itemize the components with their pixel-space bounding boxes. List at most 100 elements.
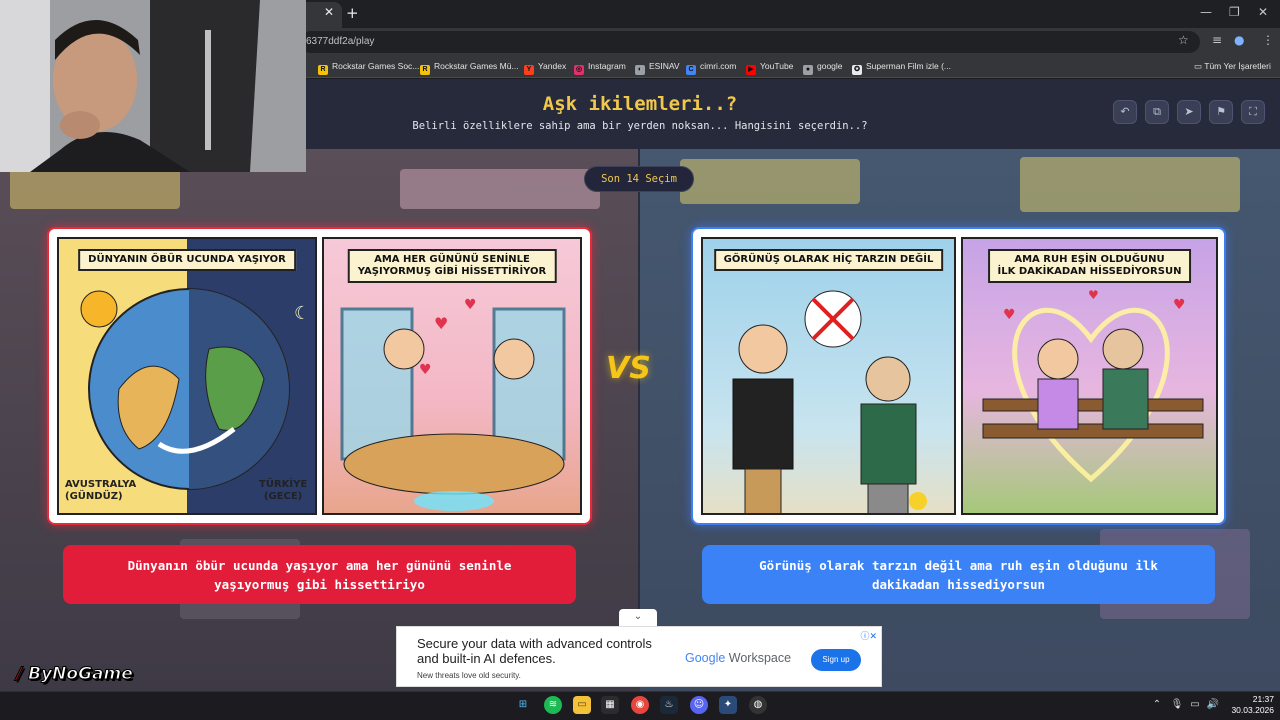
fullscreen-button[interactable]: ⛶ xyxy=(1241,100,1265,124)
bookmark-label: Instagram xyxy=(588,61,626,71)
bookmark-favicon-icon: Y xyxy=(524,65,534,75)
svg-text:♥: ♥ xyxy=(1088,288,1099,302)
share-button[interactable]: ⧉ xyxy=(1145,100,1169,124)
right-panel-1-caption: GÖRÜNÜŞ OLARAK HİÇ TARZIN DEĞİL xyxy=(713,249,944,271)
svg-text:☾: ☾ xyxy=(294,303,310,324)
ad-brand: Google Workspace xyxy=(685,651,791,665)
svg-text:♥: ♥ xyxy=(434,314,448,333)
left-choice-card[interactable]: ☾ DÜNYANIN ÖBÜR UCUNDA YAŞIYOR AVUSTRALY… xyxy=(47,227,592,525)
bookmark-item[interactable]: Ccimri.com xyxy=(686,61,736,75)
url-text[interactable]: 6377ddf2a/play xyxy=(306,36,374,47)
clock-time: 21:37 xyxy=(1252,694,1274,704)
streamer-webcam-feed xyxy=(0,0,306,172)
bookmark-label: Rockstar Games Soc... xyxy=(332,61,420,71)
tray-chevron-icon[interactable]: ⌃ xyxy=(1148,696,1166,714)
active-tab[interactable] xyxy=(300,2,342,28)
undo-button[interactable]: ↶ xyxy=(1113,100,1137,124)
logo-text: ByNoGame xyxy=(28,664,134,685)
profile-avatar-icon[interactable]: ● xyxy=(1234,33,1244,47)
ad-banner[interactable]: Secure your data with advanced controls … xyxy=(396,626,882,687)
ad-headline: Secure your data with advanced controls … xyxy=(417,636,652,666)
folder-icon: ▭ xyxy=(1194,61,1205,71)
bookmark-label: Rockstar Games Mü... xyxy=(434,61,519,71)
ad-collapse-toggle[interactable]: ⌄ xyxy=(619,609,657,626)
steam-icon[interactable]: ♨ xyxy=(660,696,678,714)
bookmark-item[interactable]: R Rockstar Games Mü... xyxy=(420,61,519,75)
svg-text:♥: ♥ xyxy=(419,362,432,378)
ad-signup-button[interactable]: Sign up xyxy=(811,649,861,671)
restore-icon[interactable]: ❐ xyxy=(1229,5,1240,19)
turkey-label: TÜRKİYE (GECE) xyxy=(259,479,308,502)
recent-choices-badge[interactable]: Son 14 Seçim xyxy=(584,166,694,192)
bookmark-item[interactable]: ◐ ESINAV xyxy=(635,61,680,75)
ad-info-close-icon[interactable]: ⓘ✕ xyxy=(860,629,877,642)
left-panel-2-caption: AMA HER GÜNÜNÜ SENİNLE YAŞIYORMUŞ GİBİ H… xyxy=(347,249,557,283)
bookmark-star-icon[interactable]: ☆ xyxy=(1178,33,1189,47)
bookmark-item[interactable]: ✪ Superman Film izle (... xyxy=(852,61,951,75)
file-explorer-icon[interactable]: ▭ xyxy=(573,696,591,714)
google-wordmark: Google xyxy=(685,651,726,665)
bookmark-label: ESINAV xyxy=(649,61,680,71)
battlenet-icon[interactable]: ✦ xyxy=(719,696,737,714)
bookmark-label: YouTube xyxy=(760,61,794,71)
right-panel-1: GÖRÜNÜŞ OLARAK HİÇ TARZIN DEĞİL xyxy=(701,237,956,515)
report-flag-button[interactable]: ⚑ xyxy=(1209,100,1233,124)
windows-start-icon[interactable]: ⊞ xyxy=(514,696,532,714)
bookmark-item[interactable]: ▶ YouTube xyxy=(746,61,793,75)
screen: ✕ + — ❐ ✕ 6377ddf2a/play ☆ ≡ ● ⋮ ▭ Tüm Y… xyxy=(0,0,1280,720)
network-icon[interactable]: ▭ xyxy=(1186,696,1204,714)
logo-slash: / xyxy=(15,664,23,685)
close-tab-icon[interactable]: ✕ xyxy=(324,5,334,19)
bookmark-item[interactable]: ◎ Instagram xyxy=(574,61,626,75)
menu-kebab-icon[interactable]: ⋮ xyxy=(1262,33,1274,47)
bookmark-label: Yandex xyxy=(538,61,567,71)
right-answer-button[interactable]: Görünüş olarak tarzın değil ama ruh eşin… xyxy=(702,545,1215,604)
obs-icon[interactable]: ◍ xyxy=(749,696,767,714)
chrome-icon[interactable]: ◉ xyxy=(631,696,649,714)
bookmark-favicon-icon: ◐ xyxy=(635,65,645,75)
right-panel-2: ♥ ♥ ♥ AMA RUH EŞİN OLDUĞUNU İLK DAKİKADA… xyxy=(961,237,1218,515)
right-answer-text: Görünüş olarak tarzın değil ama ruh eşin… xyxy=(759,557,1158,592)
bookmark-favicon-icon: ● xyxy=(803,65,813,75)
minimize-icon[interactable]: — xyxy=(1200,5,1212,19)
all-bookmarks-label: Tüm Yer İşaretleri xyxy=(1204,61,1271,71)
bookmark-item[interactable]: R Rockstar Games Soc... xyxy=(318,61,419,75)
bookmark-label: Superman Film izle (... xyxy=(866,61,952,71)
system-clock[interactable]: 21:37 30.03.2026 xyxy=(1224,694,1274,716)
left-panel-1-caption: DÜNYANIN ÖBÜR UCUNDA YAŞIYOR xyxy=(78,249,296,271)
svg-text:♥: ♥ xyxy=(1003,307,1016,323)
left-answer-text: Dünyanın öbür ucunda yaşıyor ama her gün… xyxy=(127,557,512,592)
close-window-icon[interactable]: ✕ xyxy=(1258,5,1268,19)
bookmark-favicon-icon: R xyxy=(420,65,430,75)
earth-illustration: ☾ xyxy=(80,288,310,490)
clock-date: 30.03.2026 xyxy=(1231,705,1274,715)
bookmark-item[interactable]: ● google xyxy=(803,61,843,75)
bookmark-favicon-icon: ◎ xyxy=(574,65,584,75)
svg-text:♥: ♥ xyxy=(464,297,477,313)
bookmark-label: cimri.com xyxy=(700,61,737,71)
bookmark-favicon-icon: ▶ xyxy=(746,65,756,75)
left-panel-1: ☾ DÜNYANIN ÖBÜR UCUNDA YAŞIYOR AVUSTRALY… xyxy=(57,237,317,515)
send-button[interactable]: ➤ xyxy=(1177,100,1201,124)
bookmark-favicon-icon: ✪ xyxy=(852,65,862,75)
right-panel-2-caption: AMA RUH EŞİN OLDUĞUNU İLK DAKİKADAN HİSS… xyxy=(987,249,1192,283)
store-icon[interactable]: ▦ xyxy=(601,696,619,714)
microphone-icon[interactable]: 🎙 xyxy=(1168,696,1186,714)
new-tab-button[interactable]: + xyxy=(346,4,359,22)
address-bar[interactable] xyxy=(300,31,1200,53)
left-answer-button[interactable]: Dünyanın öbür ucunda yaşıyor ama her gün… xyxy=(63,545,576,604)
spotify-icon[interactable]: ≋ xyxy=(544,696,562,714)
workspace-wordmark: Workspace xyxy=(725,651,792,665)
versus-icon: VS xyxy=(606,351,651,386)
bookmark-item[interactable]: Y Yandex xyxy=(524,61,566,75)
bookmark-favicon-icon: C xyxy=(686,65,696,75)
discord-icon[interactable]: ☺ xyxy=(690,696,708,714)
media-controls-icon[interactable]: ≡ xyxy=(1212,33,1222,47)
bookmark-label: google xyxy=(817,61,843,71)
left-panel-2: ♥ ♥ ♥ AMA HER GÜNÜNÜ SENİNLE YAŞIYORMUŞ … xyxy=(322,237,582,515)
volume-icon[interactable]: 🔊 xyxy=(1204,696,1222,714)
all-bookmarks-folder[interactable]: ▭ Tüm Yer İşaretleri xyxy=(1194,61,1271,72)
right-choice-card[interactable]: GÖRÜNÜŞ OLARAK HİÇ TARZIN DEĞİL ♥ ♥ ♥ AM… xyxy=(691,227,1226,525)
bookmark-favicon-icon: R xyxy=(318,65,328,75)
bynogame-logo: / ByNoGame xyxy=(15,664,134,685)
